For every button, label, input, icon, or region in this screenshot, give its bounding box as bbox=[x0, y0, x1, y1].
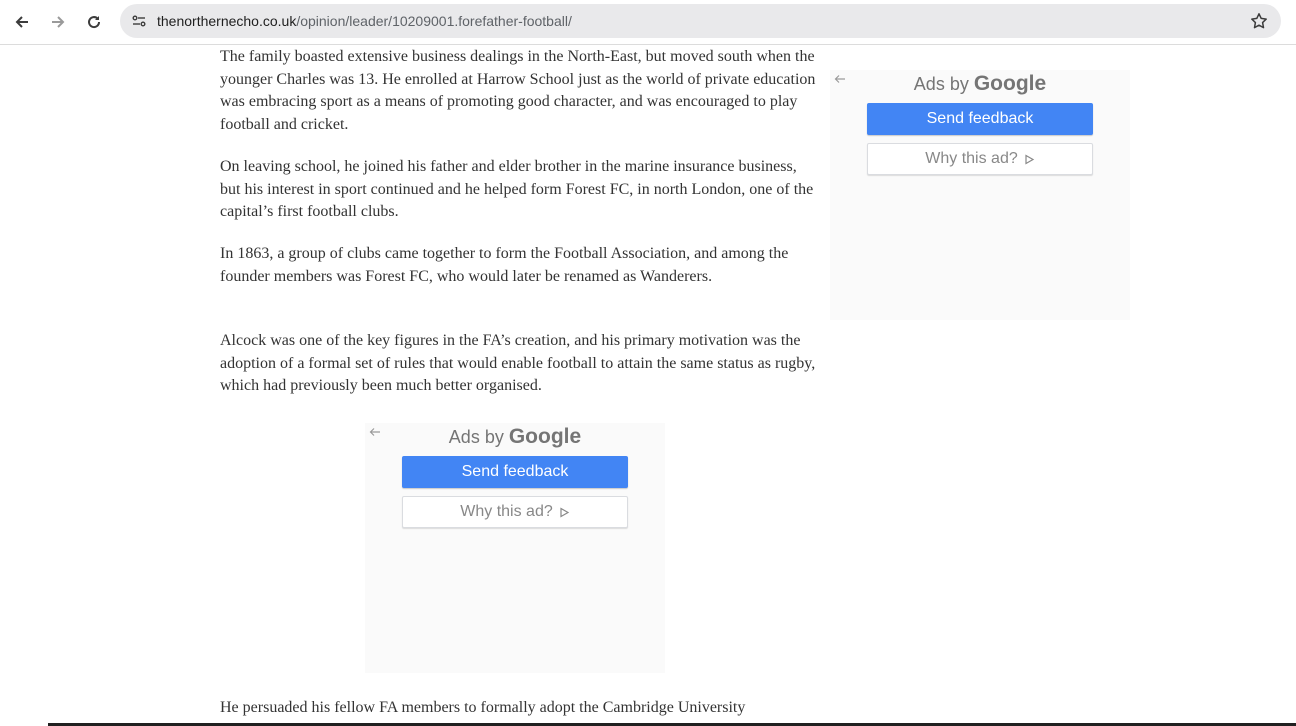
ad-panel-inline: Ads by Google Send feedback Why this ad? bbox=[365, 423, 665, 673]
bookmark-star-icon[interactable] bbox=[1249, 11, 1269, 31]
url-text[interactable]: thenorthernecho.co.uk/opinion/leader/102… bbox=[157, 4, 572, 38]
url-domain: thenorthernecho.co.uk bbox=[157, 13, 297, 29]
send-feedback-button[interactable]: Send feedback bbox=[402, 456, 628, 488]
article-paragraph: Alcock was one of the key figures in the… bbox=[220, 332, 816, 395]
why-this-ad-button[interactable]: Why this ad? bbox=[867, 143, 1093, 175]
ad-panel-sidebar: Ads by Google Send feedback Why this ad? bbox=[830, 70, 1130, 320]
article-paragraph: In 1863, a group of clubs came together … bbox=[220, 245, 789, 285]
why-this-ad-button[interactable]: Why this ad? bbox=[402, 496, 628, 528]
article-paragraph: He persuaded his fellow FA members to fo… bbox=[220, 699, 746, 716]
back-arrow-icon[interactable] bbox=[10, 10, 34, 34]
ads-by-google-label: Ads by Google bbox=[830, 72, 1130, 96]
send-feedback-button[interactable]: Send feedback bbox=[867, 103, 1093, 135]
site-info-icon[interactable] bbox=[128, 10, 150, 32]
article-paragraph: On leaving school, he joined his father … bbox=[220, 158, 814, 221]
reload-icon[interactable] bbox=[82, 10, 106, 34]
play-triangle-icon bbox=[1025, 153, 1034, 165]
address-bar[interactable]: thenorthernecho.co.uk/opinion/leader/102… bbox=[120, 4, 1281, 38]
why-this-ad-label: Why this ad? bbox=[925, 150, 1018, 167]
ads-by-text: Ads by bbox=[913, 74, 969, 94]
google-text: Google bbox=[973, 72, 1047, 95]
play-triangle-icon bbox=[560, 506, 569, 518]
why-this-ad-label: Why this ad? bbox=[460, 503, 553, 520]
forward-arrow-icon[interactable] bbox=[46, 10, 70, 34]
ads-by-google-label: Ads by Google bbox=[365, 425, 665, 449]
url-path: /opinion/leader/10209001.forefather-foot… bbox=[296, 13, 572, 29]
ads-by-text: Ads by bbox=[448, 427, 504, 447]
browser-toolbar: thenorthernecho.co.uk/opinion/leader/102… bbox=[0, 0, 1296, 45]
article-paragraph: The family boasted extensive business de… bbox=[220, 48, 816, 133]
google-text: Google bbox=[508, 425, 582, 448]
